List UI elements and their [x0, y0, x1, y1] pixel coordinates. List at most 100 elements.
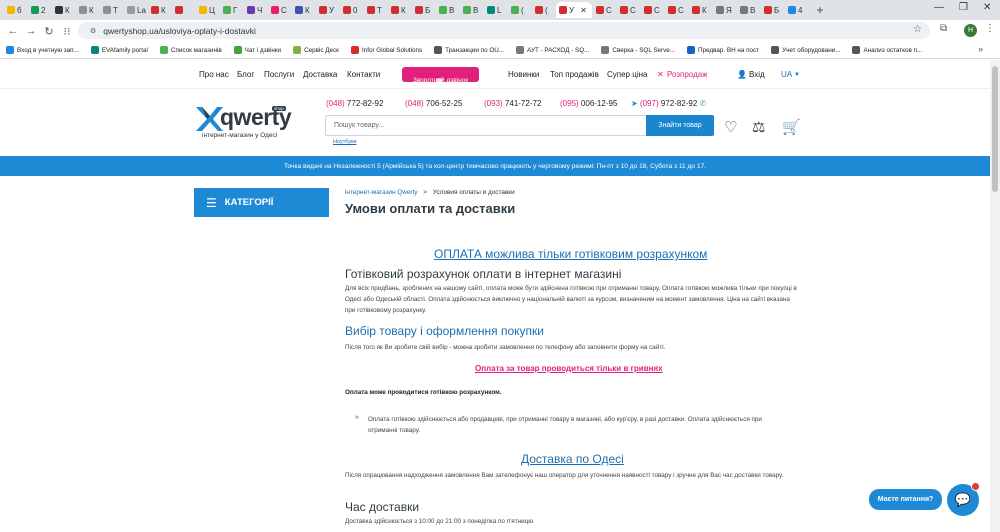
- browser-tab[interactable]: 0: [340, 2, 363, 18]
- browser-tab[interactable]: К: [388, 2, 411, 18]
- nav-new[interactable]: Новинки: [508, 70, 539, 79]
- close-window-icon[interactable]: ✕: [983, 2, 991, 13]
- bookmark-item[interactable]: Вход в учетную зап...: [6, 46, 79, 54]
- browser-tab[interactable]: (: [532, 2, 555, 18]
- more-bookmarks-icon[interactable]: »: [978, 44, 983, 54]
- choice-heading: Вибір товару і оформлення покупки: [345, 324, 544, 338]
- browser-tab[interactable]: б: [4, 2, 27, 18]
- browser-tab[interactable]: С: [617, 2, 640, 18]
- phone-5[interactable]: ➤ (097) 972-82-92 ✆: [631, 99, 706, 108]
- browser-tab[interactable]: К: [148, 2, 171, 18]
- phone-3[interactable]: (093) 741-72-72: [484, 99, 541, 108]
- bookmark-item[interactable]: Транзакции по OU...: [434, 46, 504, 54]
- delivery-heading[interactable]: Доставка по Одесі: [521, 452, 624, 466]
- browser-tab[interactable]: Б: [412, 2, 435, 18]
- extensions-icon[interactable]: ⧉: [940, 23, 947, 34]
- tab-label: Я: [726, 5, 732, 15]
- site-logo[interactable]: qwerty shop інтернет-магазин у Одесі: [194, 102, 294, 140]
- bookmark-item[interactable]: Infor Global Solutions: [350, 46, 422, 54]
- browser-tab[interactable]: У ✕: [556, 2, 592, 18]
- browser-tab[interactable]: В: [737, 2, 760, 18]
- bookmark-item[interactable]: Анализ остатков п...: [852, 46, 922, 54]
- browser-tab[interactable]: С: [268, 2, 291, 18]
- chat-prompt[interactable]: Маєте питання?: [869, 489, 942, 510]
- compare-scales-icon[interactable]: ⚖: [752, 118, 765, 136]
- browser-tab[interactable]: К: [52, 2, 75, 18]
- browser-tab[interactable]: Ч: [244, 2, 267, 18]
- browser-tab[interactable]: (: [508, 2, 531, 18]
- browser-tab[interactable]: 2: [28, 2, 51, 18]
- nav-blog[interactable]: Блог: [237, 70, 254, 79]
- tab-label: б: [17, 5, 22, 15]
- back-icon[interactable]: ←: [4, 25, 22, 37]
- phone-2[interactable]: (048) 706-52-25: [405, 99, 462, 108]
- browser-tab[interactable]: Т: [364, 2, 387, 18]
- nav-super-price[interactable]: Супер ціна: [607, 70, 647, 79]
- reload-icon[interactable]: ↻: [40, 25, 58, 38]
- cash-only-heading[interactable]: ОПЛАТА можлива тільки готівковим розраху…: [434, 247, 707, 261]
- scrollbar-thumb[interactable]: [992, 66, 998, 192]
- search-button[interactable]: Знайти товар: [646, 115, 714, 136]
- nav-about[interactable]: Про нас: [199, 70, 229, 79]
- cart-icon[interactable]: 🛒: [782, 118, 801, 136]
- bookmark-item[interactable]: Учет оборудовани...: [771, 46, 840, 54]
- uah-only-link[interactable]: Оплата за товар проводиться тільки в гри…: [475, 364, 663, 373]
- search-hint-link[interactable]: Ноутбуки: [333, 139, 357, 145]
- close-tab-icon[interactable]: ✕: [580, 6, 587, 15]
- browser-tab[interactable]: К: [292, 2, 315, 18]
- categories-button[interactable]: ☰ КАТЕГОРІЇ: [194, 188, 329, 217]
- nav-top-sales[interactable]: Топ продажів: [550, 70, 599, 79]
- menu-icon[interactable]: ⋮: [985, 23, 995, 34]
- bookmark-item[interactable]: Чат і дзвінки: [233, 46, 281, 54]
- browser-tab[interactable]: С: [593, 2, 616, 18]
- url-field[interactable]: ⚙ qwertyshop.ua/usloviya-oplaty-i-dostav…: [78, 22, 930, 39]
- login-link[interactable]: Вхід: [749, 70, 765, 79]
- language-select[interactable]: UA: [781, 70, 792, 79]
- address-bar: ← → ↻ ⁝⁝ ⚙ qwertyshop.ua/usloviya-oplaty…: [0, 20, 1000, 42]
- wishlist-heart-icon[interactable]: ♡: [724, 118, 737, 136]
- phone-4[interactable]: (095) 006-12-95: [560, 99, 617, 108]
- new-tab-button[interactable]: +: [813, 3, 827, 17]
- browser-tab[interactable]: Б: [761, 2, 784, 18]
- bookmark-item[interactable]: EVAfamily portal: [90, 46, 148, 54]
- cash-payment-heading: Готівковий розрахунок оплати в інтернет …: [345, 267, 622, 281]
- bookmark-item[interactable]: Предвар. ВН на пост: [687, 46, 759, 54]
- search-input[interactable]: Пошук товару...: [325, 115, 646, 136]
- browser-tab[interactable]: La: [124, 2, 147, 18]
- browser-tab[interactable]: L: [484, 2, 507, 18]
- forward-icon[interactable]: →: [22, 25, 40, 37]
- browser-tab[interactable]: К: [689, 2, 712, 18]
- page-scrollbar[interactable]: [990, 60, 1000, 532]
- browser-tab[interactable]: Я: [713, 2, 736, 18]
- tab-label: С: [654, 5, 660, 15]
- nav-contacts[interactable]: Контакти: [347, 70, 380, 79]
- browser-tab[interactable]: Ц: [196, 2, 219, 18]
- browser-tab[interactable]: Т: [100, 2, 123, 18]
- bookmark-item[interactable]: Список магазинів: [159, 46, 222, 54]
- nav-delivery[interactable]: Доставка: [303, 70, 337, 79]
- minimize-icon[interactable]: —: [934, 2, 944, 13]
- browser-tab[interactable]: К: [76, 2, 99, 18]
- apps-icon[interactable]: ⁝⁝: [58, 25, 76, 38]
- bookmark-item[interactable]: Сервіс Деск: [293, 46, 339, 54]
- browser-tab[interactable]: 4: [785, 2, 808, 18]
- browser-tab[interactable]: В: [460, 2, 483, 18]
- tab-favicon-icon: [31, 6, 39, 14]
- bookmark-item[interactable]: Сверка - SQL Serve...: [601, 46, 675, 54]
- site-info-icon[interactable]: ⚙: [90, 27, 96, 35]
- callback-button[interactable]: ☎ Зворотний дзвінок: [402, 67, 479, 85]
- profile-avatar[interactable]: H: [964, 24, 977, 37]
- browser-tab[interactable]: В: [436, 2, 459, 18]
- browser-tab[interactable]: У: [316, 2, 339, 18]
- breadcrumb-home[interactable]: інтернет-магазин Qwerty: [345, 189, 418, 196]
- phone-1[interactable]: (048) 772-82-92: [326, 99, 383, 108]
- bookmark-star-icon[interactable]: ☆: [913, 24, 922, 35]
- browser-tab[interactable]: [172, 2, 195, 18]
- nav-sale[interactable]: Розпродаж: [667, 70, 708, 79]
- bookmark-item[interactable]: АУТ - РАСХОД - SQ...: [516, 46, 589, 54]
- browser-tab[interactable]: Г: [220, 2, 243, 18]
- maximize-icon[interactable]: ❐: [959, 2, 968, 13]
- browser-tab[interactable]: С: [641, 2, 664, 18]
- nav-services[interactable]: Послуги: [264, 70, 294, 79]
- browser-tab[interactable]: С: [665, 2, 688, 18]
